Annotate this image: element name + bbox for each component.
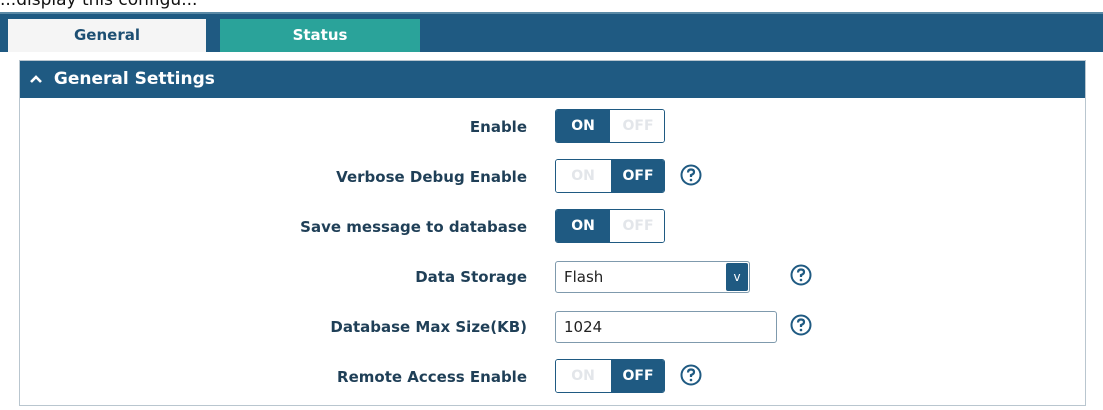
row-data-storage: Data Storage Flash v xyxy=(20,259,1085,295)
tab-general[interactable]: General xyxy=(8,19,206,52)
remote-access-label: Remote Access Enable xyxy=(337,368,527,386)
help-circle-icon[interactable] xyxy=(680,164,702,186)
toggle-on-option: ON xyxy=(556,160,610,192)
remote-access-toggle[interactable]: ON OFF xyxy=(555,359,665,393)
row-save-to-db: Save message to database ON OFF xyxy=(20,209,1085,245)
help-circle-icon[interactable] xyxy=(680,364,702,386)
panel-title: General Settings xyxy=(53,69,215,89)
toggle-on-option: ON xyxy=(556,110,610,142)
cropped-header-text: ...display this configu... xyxy=(0,0,1103,12)
toggle-off-option: OFF xyxy=(611,210,664,242)
enable-label: Enable xyxy=(469,118,527,136)
toggle-off-option: OFF xyxy=(611,110,664,142)
row-verbose-debug: Verbose Debug Enable ON OFF xyxy=(20,159,1085,195)
data-storage-label: Data Storage xyxy=(415,268,527,286)
verbose-debug-label: Verbose Debug Enable xyxy=(336,168,527,186)
db-max-size-input[interactable] xyxy=(555,311,777,343)
enable-toggle[interactable]: ON OFF xyxy=(555,109,665,143)
data-storage-value: Flash xyxy=(564,268,604,286)
row-enable: Enable ON OFF xyxy=(20,109,1085,145)
row-remote-access: Remote Access Enable ON OFF xyxy=(20,359,1085,395)
row-db-max-size: Database Max Size(KB) xyxy=(20,309,1085,345)
help-circle-icon[interactable] xyxy=(790,314,812,336)
chevron-up-icon xyxy=(30,62,44,99)
db-max-size-label: Database Max Size(KB) xyxy=(330,318,527,336)
toggle-off-option: OFF xyxy=(611,360,664,392)
general-settings-panel: General Settings Enable ON OFF Verbose D… xyxy=(19,60,1086,406)
chevron-down-icon: v xyxy=(726,263,748,291)
tab-bar: General Status xyxy=(0,14,1103,52)
save-to-db-toggle[interactable]: ON OFF xyxy=(555,209,665,243)
toggle-off-option: OFF xyxy=(611,160,664,192)
data-storage-select[interactable]: Flash v xyxy=(555,261,750,293)
tab-status[interactable]: Status xyxy=(220,19,420,52)
panel-header-toggle[interactable]: General Settings xyxy=(20,61,1085,98)
save-to-db-label: Save message to database xyxy=(300,218,527,236)
verbose-debug-toggle[interactable]: ON OFF xyxy=(555,159,665,193)
toggle-on-option: ON xyxy=(556,360,610,392)
toggle-on-option: ON xyxy=(556,210,610,242)
help-circle-icon[interactable] xyxy=(790,264,812,286)
